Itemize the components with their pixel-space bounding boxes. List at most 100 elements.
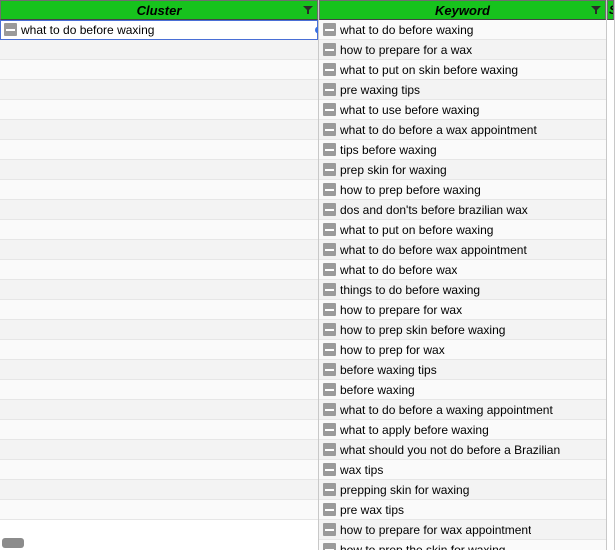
- collapse-icon[interactable]: [323, 423, 336, 436]
- collapse-icon[interactable]: [323, 103, 336, 116]
- collapse-icon[interactable]: [323, 63, 336, 76]
- collapse-icon[interactable]: [323, 303, 336, 316]
- cluster-row-empty[interactable]: [0, 460, 318, 480]
- column-header-next[interactable]: S: [607, 0, 614, 20]
- collapse-icon[interactable]: [323, 243, 336, 256]
- cluster-row-empty[interactable]: [0, 340, 318, 360]
- keyword-row[interactable]: what to use before waxing: [319, 100, 606, 120]
- collapse-icon[interactable]: [323, 523, 336, 536]
- keyword-row-text: prepping skin for waxing: [340, 483, 469, 497]
- keyword-row[interactable]: before waxing tips: [319, 360, 606, 380]
- collapse-icon[interactable]: [4, 23, 17, 36]
- keyword-row-text: things to do before waxing: [340, 283, 480, 297]
- cluster-row-empty[interactable]: [0, 260, 318, 280]
- collapse-icon[interactable]: [323, 263, 336, 276]
- collapse-icon[interactable]: [323, 443, 336, 456]
- cluster-row-empty[interactable]: [0, 480, 318, 500]
- cluster-row-empty[interactable]: [0, 220, 318, 240]
- collapse-icon[interactable]: [323, 223, 336, 236]
- keyword-row[interactable]: what to put on skin before waxing: [319, 60, 606, 80]
- cluster-row-empty[interactable]: [0, 200, 318, 220]
- filter-icon[interactable]: [591, 5, 601, 15]
- collapse-icon[interactable]: [323, 23, 336, 36]
- keyword-row-text: how to prep for wax: [340, 343, 445, 357]
- cluster-row-empty[interactable]: [0, 60, 318, 80]
- keyword-row[interactable]: dos and don'ts before brazilian wax: [319, 200, 606, 220]
- collapse-icon[interactable]: [323, 463, 336, 476]
- collapse-icon[interactable]: [323, 83, 336, 96]
- keyword-row[interactable]: how to prep before waxing: [319, 180, 606, 200]
- column-header-label: Keyword: [435, 3, 490, 18]
- keyword-row[interactable]: pre wax tips: [319, 500, 606, 520]
- column-keyword: Keyword what to do before waxing how to p…: [319, 0, 607, 550]
- collapse-icon[interactable]: [323, 143, 336, 156]
- cluster-row-empty[interactable]: [0, 180, 318, 200]
- keyword-row[interactable]: what to put on before waxing: [319, 220, 606, 240]
- keyword-row-text: wax tips: [340, 463, 383, 477]
- cluster-row-empty[interactable]: [0, 120, 318, 140]
- keyword-row[interactable]: before waxing: [319, 380, 606, 400]
- filter-icon[interactable]: [303, 5, 313, 15]
- collapse-icon[interactable]: [323, 343, 336, 356]
- keyword-row[interactable]: what should you not do before a Brazilia…: [319, 440, 606, 460]
- keyword-row[interactable]: how to prep the skin for waxing: [319, 540, 606, 550]
- keyword-row[interactable]: how to prepare for wax: [319, 300, 606, 320]
- collapse-icon[interactable]: [323, 183, 336, 196]
- keyword-row-text: how to prepare for wax appointment: [340, 523, 531, 537]
- keyword-row-text: dos and don'ts before brazilian wax: [340, 203, 528, 217]
- cluster-row-empty[interactable]: [0, 240, 318, 260]
- collapse-icon[interactable]: [323, 363, 336, 376]
- keyword-row[interactable]: how to prepare for a wax: [319, 40, 606, 60]
- collapse-icon[interactable]: [323, 323, 336, 336]
- keyword-row[interactable]: prep skin for waxing: [319, 160, 606, 180]
- collapse-icon[interactable]: [323, 43, 336, 56]
- keyword-row[interactable]: how to prep skin before waxing: [319, 320, 606, 340]
- keyword-row[interactable]: wax tips: [319, 460, 606, 480]
- keyword-row[interactable]: what to do before a wax appointment: [319, 120, 606, 140]
- keyword-row[interactable]: tips before waxing: [319, 140, 606, 160]
- cluster-row-empty[interactable]: [0, 280, 318, 300]
- cluster-row-empty[interactable]: [0, 500, 318, 520]
- collapse-icon[interactable]: [323, 123, 336, 136]
- cluster-row[interactable]: what to do before waxing: [0, 20, 318, 40]
- collapse-icon[interactable]: [323, 203, 336, 216]
- collapse-icon[interactable]: [323, 383, 336, 396]
- keyword-row[interactable]: things to do before waxing: [319, 280, 606, 300]
- cluster-row-empty[interactable]: [0, 360, 318, 380]
- cluster-row-empty[interactable]: [0, 160, 318, 180]
- cluster-row-empty[interactable]: [0, 80, 318, 100]
- keyword-row[interactable]: what to do before a waxing appointment: [319, 400, 606, 420]
- keyword-row[interactable]: pre waxing tips: [319, 80, 606, 100]
- keyword-row[interactable]: what to do before wax: [319, 260, 606, 280]
- cluster-row-empty[interactable]: [0, 140, 318, 160]
- cluster-row-empty[interactable]: [0, 320, 318, 340]
- column-body-next: [607, 20, 614, 550]
- keyword-row[interactable]: what to do before waxing: [319, 20, 606, 40]
- cluster-row-empty[interactable]: [0, 440, 318, 460]
- keyword-row[interactable]: how to prep for wax: [319, 340, 606, 360]
- keyword-row[interactable]: how to prepare for wax appointment: [319, 520, 606, 540]
- collapse-icon[interactable]: [323, 483, 336, 496]
- selection-handle[interactable]: [315, 26, 318, 33]
- cluster-row-empty[interactable]: [0, 40, 318, 60]
- collapse-icon[interactable]: [323, 283, 336, 296]
- keyword-row[interactable]: what to do before wax appointment: [319, 240, 606, 260]
- keyword-row-text: how to prep the skin for waxing: [340, 543, 505, 550]
- horizontal-scroll-thumb[interactable]: [2, 538, 24, 548]
- cluster-row-empty[interactable]: [0, 300, 318, 320]
- collapse-icon[interactable]: [323, 543, 336, 550]
- keyword-row-text: what to do before wax appointment: [340, 243, 527, 257]
- cluster-row-empty[interactable]: [0, 380, 318, 400]
- keyword-row-text: what to do before waxing: [340, 23, 473, 37]
- column-header-keyword[interactable]: Keyword: [319, 0, 606, 20]
- collapse-icon[interactable]: [323, 403, 336, 416]
- column-header-label: S: [609, 3, 614, 17]
- collapse-icon[interactable]: [323, 503, 336, 516]
- collapse-icon[interactable]: [323, 163, 336, 176]
- column-header-cluster[interactable]: Cluster: [0, 0, 318, 20]
- cluster-row-empty[interactable]: [0, 400, 318, 420]
- cluster-row-empty[interactable]: [0, 100, 318, 120]
- cluster-row-empty[interactable]: [0, 420, 318, 440]
- keyword-row[interactable]: what to apply before waxing: [319, 420, 606, 440]
- keyword-row[interactable]: prepping skin for waxing: [319, 480, 606, 500]
